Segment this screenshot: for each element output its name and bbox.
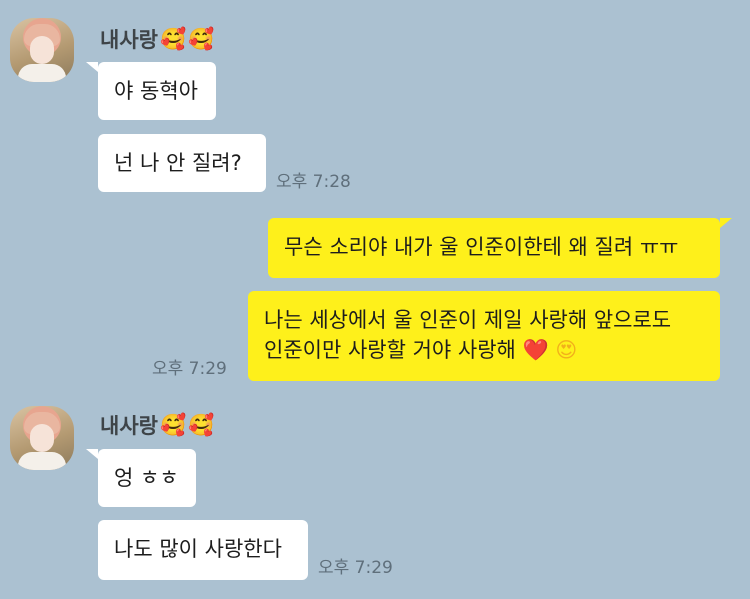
message-bubble[interactable]: 엉 ㅎㅎ [98, 449, 196, 507]
message-text: 넌 나 안 질려? [114, 151, 242, 175]
heart-eyes-icon: 😍 [555, 338, 578, 362]
message-text: 인준이만 사랑할 거야 사랑해 [264, 338, 516, 362]
sender-name: 내사랑 🥰 🥰 [100, 24, 214, 54]
message-bubble[interactable]: 넌 나 안 질려? [98, 134, 266, 192]
message-bubble[interactable]: 나는 세상에서 울 인준이 제일 사랑해 앞으로도 인준이만 사랑할 거야 사랑… [248, 291, 720, 381]
avatar-face [30, 424, 54, 452]
avatar[interactable] [10, 406, 74, 470]
message-timestamp: 오후 7:29 [318, 558, 393, 578]
message-text: 나도 많이 사랑한다 [114, 537, 282, 561]
avatar-shirt [18, 452, 66, 470]
message-text: 엉 ㅎㅎ [114, 466, 179, 490]
message-bubble[interactable]: 야 동혁아 [98, 62, 216, 120]
message-bubble[interactable]: 나도 많이 사랑한다 [98, 520, 308, 580]
message-text: 무슨 소리야 내가 울 인준이한테 왜 질려 ㅠㅠ [284, 235, 679, 259]
sender-name: 내사랑 🥰 🥰 [100, 410, 214, 440]
message-text-line: 인준이만 사랑할 거야 사랑해 ❤️ 😍 [264, 335, 704, 365]
sender-name-text: 내사랑 [100, 28, 158, 52]
message-bubble[interactable]: 무슨 소리야 내가 울 인준이한테 왜 질려 ㅠㅠ [268, 218, 720, 278]
avatar-shirt [18, 64, 66, 82]
message-timestamp: 오후 7:28 [276, 172, 351, 192]
bubble-tail [86, 449, 98, 459]
smiling-face-hearts-icon: 🥰 [159, 26, 187, 51]
message-timestamp: 오후 7:29 [152, 359, 227, 379]
smiling-face-hearts-icon: 🥰 [188, 412, 215, 437]
sender-name-text: 내사랑 [100, 414, 158, 438]
smiling-face-hearts-icon: 🥰 [188, 26, 215, 51]
avatar[interactable] [10, 18, 74, 82]
message-text: 야 동혁아 [114, 79, 198, 103]
bubble-tail [86, 62, 98, 72]
bubble-tail [720, 218, 732, 228]
avatar-face [30, 36, 54, 64]
message-text-line: 나는 세상에서 울 인준이 제일 사랑해 앞으로도 [264, 308, 672, 332]
smiling-face-hearts-icon: 🥰 [159, 412, 187, 437]
red-heart-icon: ❤️ [522, 338, 549, 362]
